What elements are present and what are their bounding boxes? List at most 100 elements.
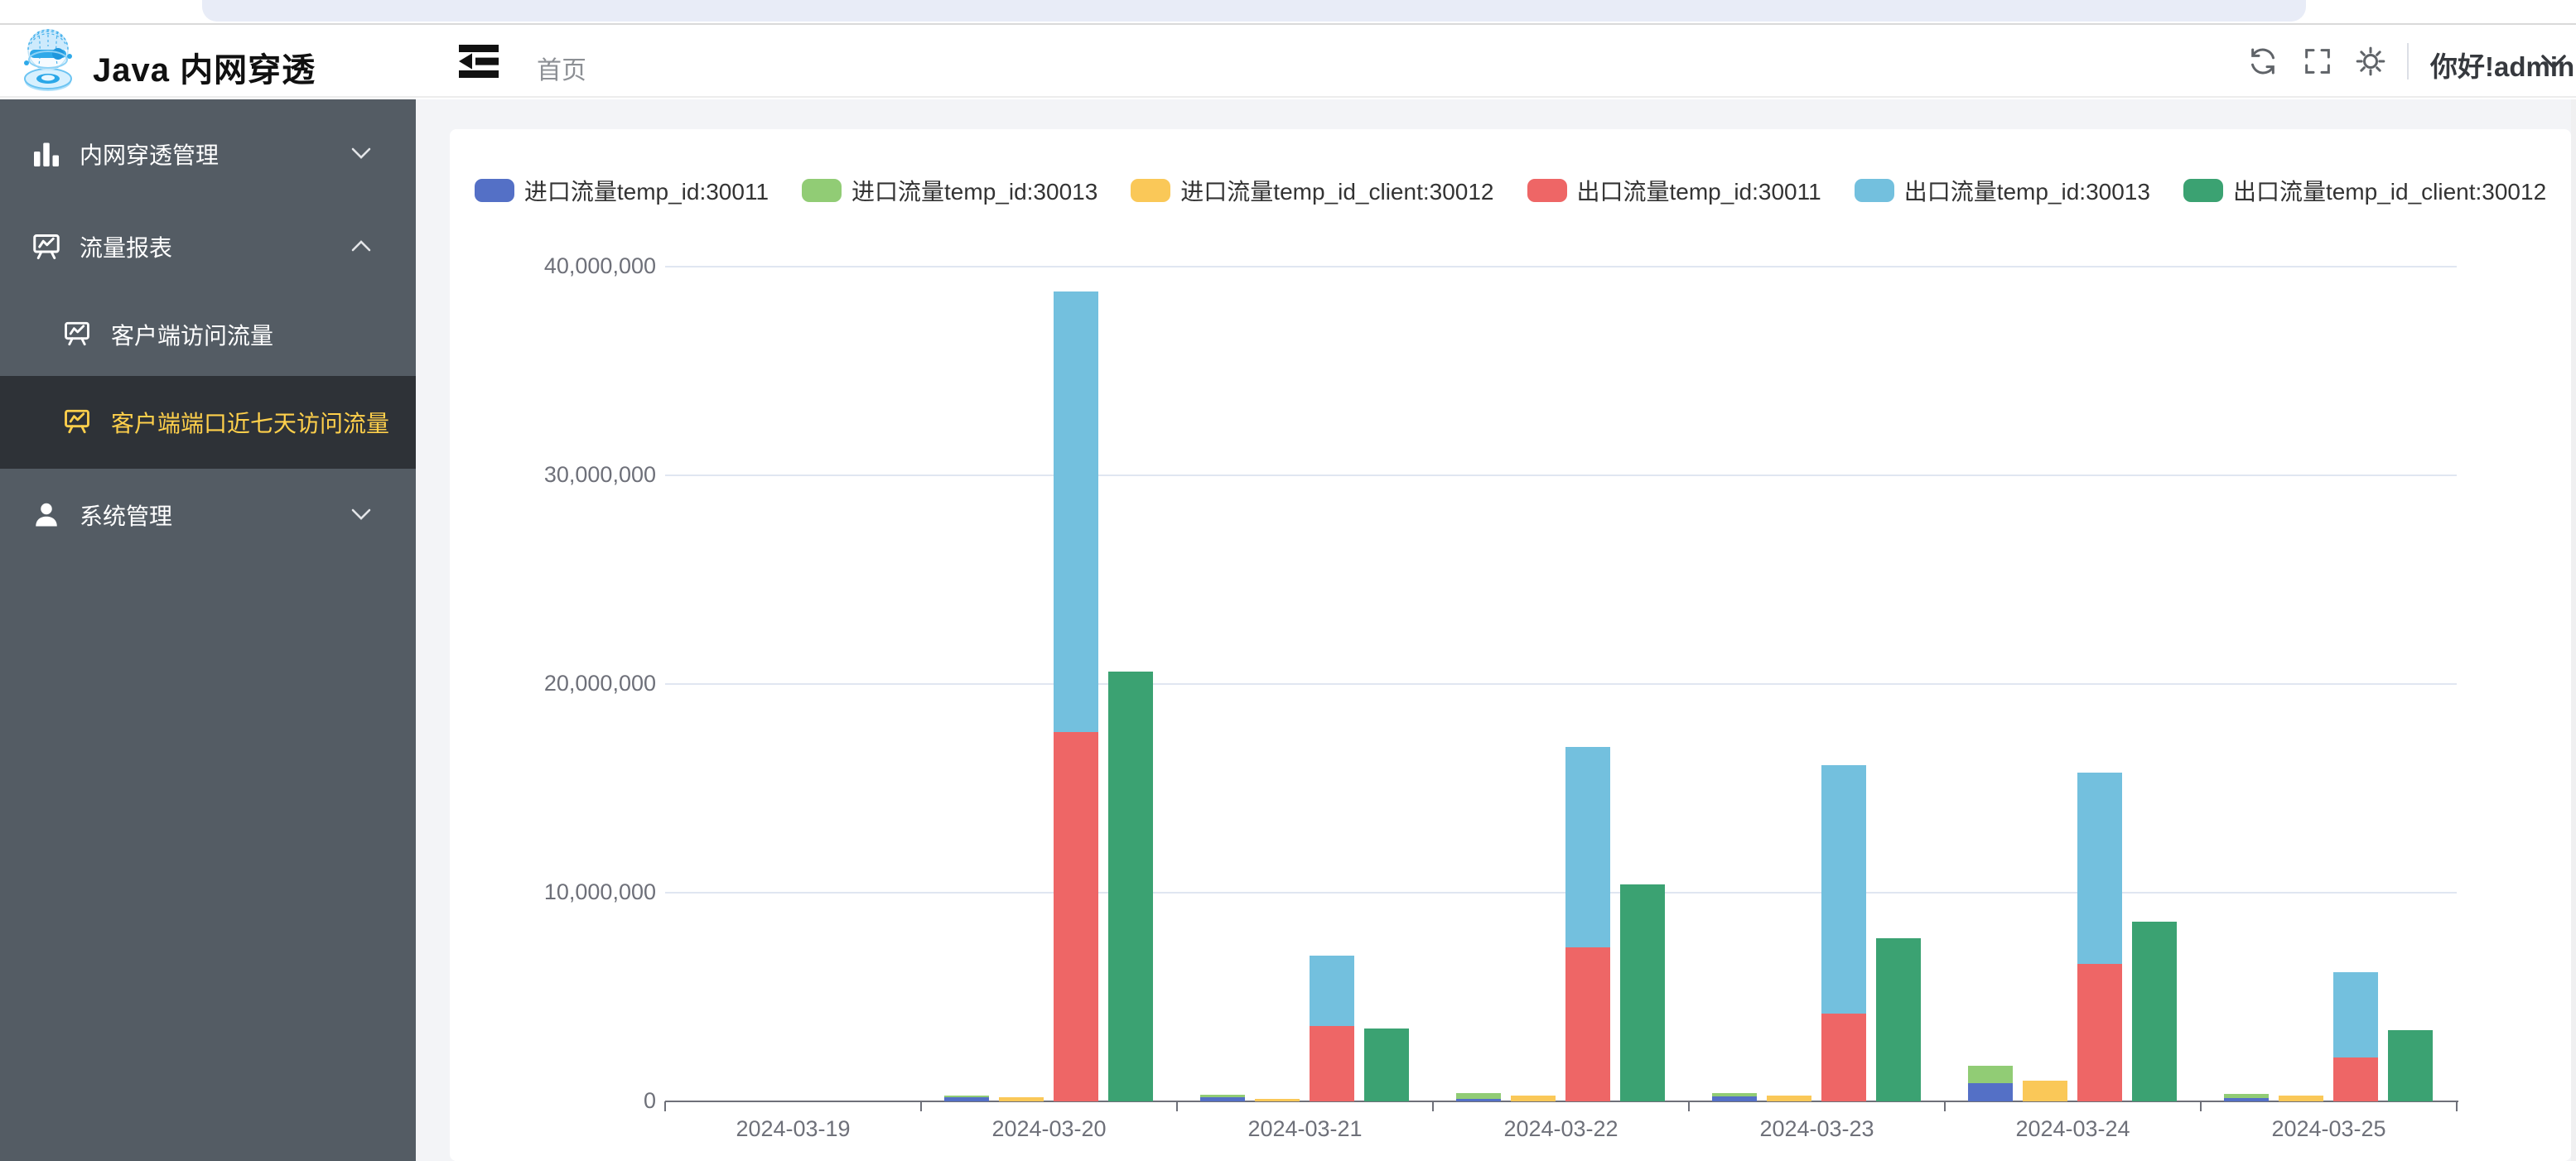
bar-segment[interactable] bbox=[1054, 732, 1098, 1101]
y-gridline bbox=[665, 475, 2457, 476]
bar-segment[interactable] bbox=[1565, 947, 1610, 1101]
sidebar-item-label: 客户端访问流量 bbox=[111, 318, 273, 351]
legend-item[interactable]: 出口流量temp_id_client:30012 bbox=[2183, 174, 2546, 207]
sidebar-item-system-admin[interactable]: 系统管理 bbox=[0, 469, 416, 561]
bar-segment[interactable] bbox=[1456, 1093, 1501, 1099]
bar-segment[interactable] bbox=[2132, 922, 2177, 1101]
y-gridline bbox=[665, 892, 2457, 894]
x-axis-tick bbox=[1176, 1101, 1178, 1111]
y-gridline bbox=[665, 266, 2457, 267]
report-board-icon bbox=[31, 232, 61, 262]
legend-item[interactable]: 出口流量temp_id:30011 bbox=[1527, 174, 1821, 207]
bar-segment[interactable] bbox=[1620, 884, 1665, 1101]
legend-item[interactable]: 出口流量temp_id:30013 bbox=[1855, 174, 2150, 207]
legend-label: 出口流量temp_id:30011 bbox=[1577, 174, 1821, 207]
bar-segment[interactable] bbox=[944, 1097, 989, 1101]
bar-segment[interactable] bbox=[1310, 1026, 1354, 1101]
refresh-icon[interactable] bbox=[2246, 45, 2279, 78]
y-tick-label: 30,000,000 bbox=[474, 462, 656, 488]
bar-segment[interactable] bbox=[1255, 1099, 1300, 1101]
bar-segment[interactable] bbox=[1310, 956, 1354, 1027]
bar-segment[interactable] bbox=[1054, 291, 1098, 732]
y-tick-label: 20,000,000 bbox=[474, 671, 656, 696]
app-title: Java 内网穿透 bbox=[93, 43, 316, 91]
bar-segment[interactable] bbox=[2333, 1057, 2378, 1101]
sidebar-item-label: 内网穿透管理 bbox=[80, 137, 219, 171]
sidebar-item-client-traffic[interactable]: 客户端访问流量 bbox=[0, 288, 416, 381]
legend-marker bbox=[475, 179, 514, 202]
chevron-down-icon bbox=[350, 141, 373, 167]
fullscreen-icon[interactable] bbox=[2301, 45, 2334, 78]
sidebar-item-tunnel-admin[interactable]: 内网穿透管理 bbox=[0, 108, 416, 200]
bar-segment[interactable] bbox=[1821, 765, 1866, 1014]
bar-chart-icon bbox=[31, 139, 61, 169]
legend-item[interactable]: 进口流量temp_id:30011 bbox=[475, 174, 769, 207]
bar-segment[interactable] bbox=[1364, 1029, 1409, 1101]
bar-segment[interactable] bbox=[2224, 1098, 2269, 1101]
x-axis-tick bbox=[1944, 1101, 1946, 1111]
bar-segment[interactable] bbox=[1821, 1014, 1866, 1101]
bar-segment[interactable] bbox=[2077, 964, 2122, 1101]
bar-segment[interactable] bbox=[2023, 1081, 2067, 1101]
bar-segment[interactable] bbox=[2333, 972, 2378, 1057]
bar-segment[interactable] bbox=[1565, 747, 1610, 947]
bar-segment[interactable] bbox=[2388, 1030, 2433, 1101]
legend-item[interactable]: 进口流量temp_id_client:30012 bbox=[1131, 174, 1493, 207]
bar-segment[interactable] bbox=[999, 1097, 1044, 1101]
bar-segment[interactable] bbox=[1767, 1096, 1811, 1101]
x-tick-label: 2024-03-23 bbox=[1685, 1116, 1950, 1142]
bar-segment[interactable] bbox=[1200, 1097, 1245, 1101]
bar-segment[interactable] bbox=[1712, 1093, 1757, 1097]
legend-item[interactable]: 进口流量temp_id:30013 bbox=[802, 174, 1097, 207]
bar-segment[interactable] bbox=[1511, 1096, 1556, 1101]
x-tick-label: 2024-03-24 bbox=[1941, 1116, 2206, 1142]
breadcrumb[interactable]: 首页 bbox=[537, 50, 586, 86]
report-board-icon bbox=[63, 407, 93, 437]
x-tick-label: 2024-03-21 bbox=[1173, 1116, 1438, 1142]
bar-segment[interactable] bbox=[1200, 1095, 1245, 1097]
sidebar-collapse-icon[interactable] bbox=[457, 43, 500, 79]
chart-card bbox=[450, 129, 2571, 1161]
legend-label: 进口流量temp_id:30013 bbox=[851, 174, 1097, 207]
x-tick-label: 2024-03-22 bbox=[1429, 1116, 1694, 1142]
scrollbar[interactable] bbox=[2571, 99, 2576, 1161]
bar-segment[interactable] bbox=[1712, 1096, 1757, 1101]
x-axis-tick bbox=[664, 1101, 666, 1111]
y-tick-label: 0 bbox=[474, 1088, 656, 1114]
legend-label: 出口流量temp_id_client:30012 bbox=[2233, 174, 2546, 207]
bar-segment[interactable] bbox=[2279, 1096, 2323, 1101]
bar-segment[interactable] bbox=[944, 1096, 989, 1097]
x-axis-tick bbox=[1432, 1101, 1434, 1111]
bar-segment[interactable] bbox=[1876, 938, 1921, 1101]
x-axis-tick bbox=[920, 1101, 922, 1111]
chevron-up-icon bbox=[350, 234, 373, 260]
sidebar: 内网穿透管理 流量报表 客户端访问流量 bbox=[0, 99, 416, 1161]
chevron-down-icon bbox=[350, 502, 373, 528]
legend-marker bbox=[1131, 179, 1170, 202]
y-tick-label: 40,000,000 bbox=[474, 253, 656, 279]
browser-strip-pill bbox=[202, 0, 2306, 22]
legend-label: 进口流量temp_id_client:30012 bbox=[1180, 174, 1493, 207]
theme-sun-icon[interactable] bbox=[2354, 45, 2387, 78]
sidebar-item-label: 客户端端口近七天访问流量 bbox=[111, 406, 389, 439]
chevron-down-icon[interactable] bbox=[2540, 51, 2568, 77]
legend-label: 出口流量temp_id:30013 bbox=[1904, 174, 2150, 207]
legend-marker bbox=[802, 179, 842, 202]
sidebar-item-label: 系统管理 bbox=[80, 499, 172, 532]
bar-segment[interactable] bbox=[1968, 1066, 2013, 1083]
sidebar-item-traffic-report[interactable]: 流量报表 bbox=[0, 200, 416, 293]
bar-segment[interactable] bbox=[2224, 1094, 2269, 1099]
app-header: Java 内网穿透 首页 你好!admin bbox=[0, 25, 2576, 98]
chart-legend: 进口流量temp_id:30011 进口流量temp_id:30013 进口流量te… bbox=[450, 166, 2571, 215]
legend-marker bbox=[1855, 179, 1894, 202]
browser-strip bbox=[0, 0, 2576, 25]
sidebar-item-client-port-7day-traffic[interactable]: 客户端端口近七天访问流量 bbox=[0, 376, 416, 469]
bar-segment[interactable] bbox=[1456, 1099, 1501, 1101]
app-logo bbox=[15, 26, 81, 100]
bar-segment[interactable] bbox=[2077, 773, 2122, 964]
bar-segment[interactable] bbox=[1968, 1083, 2013, 1101]
bar-segment[interactable] bbox=[1108, 672, 1153, 1101]
user-icon bbox=[31, 500, 61, 530]
x-axis-line bbox=[665, 1101, 2458, 1102]
header-divider bbox=[2407, 43, 2409, 79]
